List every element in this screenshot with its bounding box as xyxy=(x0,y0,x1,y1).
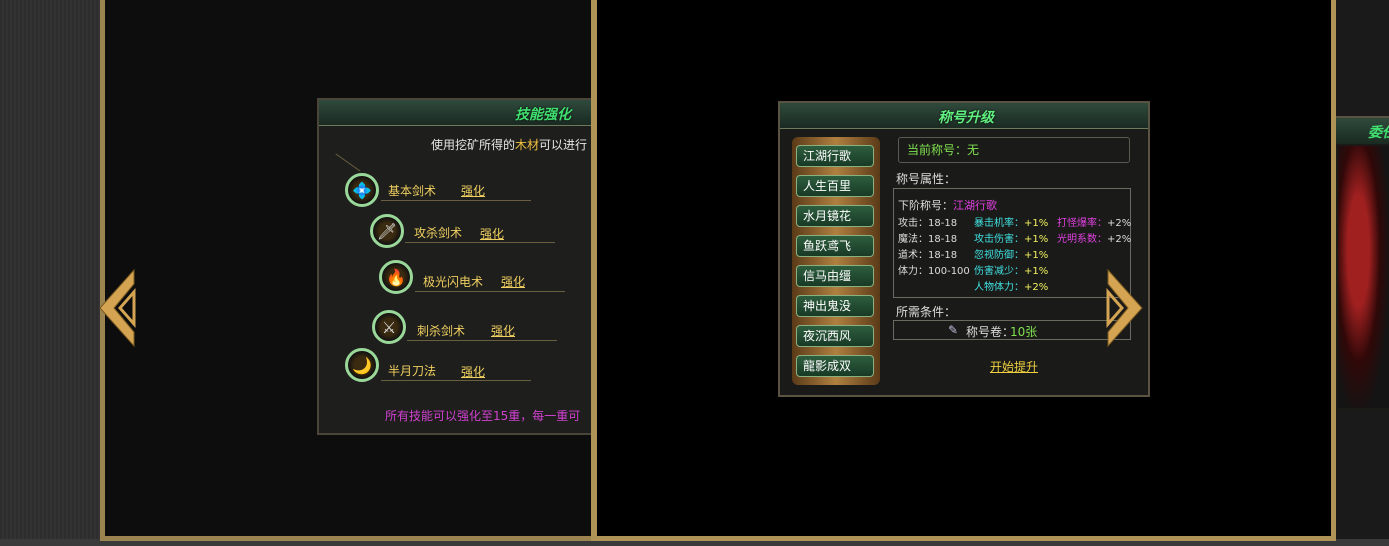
next-panel-preview: 委任 xyxy=(1336,116,1389,412)
start-upgrade-button[interactable]: 开始提升 xyxy=(990,358,1038,375)
skill-panel-footer: 所有技能可以强化至15重，每一重可 xyxy=(385,409,581,423)
peek-title: 委任 xyxy=(1368,125,1389,141)
skill-underline xyxy=(407,340,557,341)
enhance-button[interactable]: 强化 xyxy=(480,225,504,242)
skill-panel-description: 使用挖矿所得的木材可以进行 xyxy=(431,138,588,152)
bonus-drop-rate: 打怪爆率：+2% xyxy=(1057,218,1132,229)
title-panel-title: 称号升级 xyxy=(938,110,994,126)
skill-underline xyxy=(405,242,555,243)
skill-name: 基本剑术 xyxy=(388,184,437,198)
condition-item: 称号卷： xyxy=(966,325,1015,339)
enhance-button[interactable]: 强化 xyxy=(461,363,485,380)
scroll-icon: ✎ xyxy=(948,323,959,337)
skill-icon-basic-sword[interactable]: 💠 xyxy=(345,173,379,207)
stat-magic: 魔法：18-18 xyxy=(898,234,958,245)
title-button[interactable]: 鱼跃鸢飞 xyxy=(796,235,874,257)
title-upgrade-panel: 称号升级 江湖行歌 人生百里 水月镜花 鱼跃鸢飞 信马由缰 神出鬼没 夜沉西风 … xyxy=(778,101,1150,397)
next-title: 下阶称号：江湖行歌 xyxy=(898,199,997,212)
title-attr-label: 称号属性： xyxy=(896,172,957,186)
next-arrow-icon[interactable] xyxy=(1104,268,1146,348)
prev-arrow-icon[interactable] xyxy=(96,268,138,348)
skill-icon-attack-sword[interactable]: 🗡 xyxy=(370,214,404,248)
current-title: 当前称号：无 xyxy=(898,137,1130,163)
condition-box: ✎ 称号卷： 10张 xyxy=(893,320,1131,340)
bonus-ignore-defense: 忽视防御：+1% xyxy=(974,250,1049,261)
title-button[interactable]: 江湖行歌 xyxy=(796,145,874,167)
stat-taoism: 道术：18-18 xyxy=(898,250,958,261)
title-list: 江湖行歌 人生百里 水月镜花 鱼跃鸢飞 信马由缰 神出鬼没 夜沉西风 龍影成双 xyxy=(792,137,880,385)
skill-icon-assassin-sword[interactable]: ⚔ xyxy=(372,310,406,344)
stat-attack: 攻击：18-18 xyxy=(898,218,958,229)
skill-underline xyxy=(415,291,565,292)
condition-value: 10张 xyxy=(1010,325,1038,339)
skill-icon-half-moon[interactable]: 🌙 xyxy=(345,348,379,382)
peek-title-bar: 委任 xyxy=(1336,118,1389,144)
title-panel-title-bar: 称号升级 xyxy=(780,103,1148,129)
title-button[interactable]: 水月镜花 xyxy=(796,205,874,227)
title-button[interactable]: 夜沉西风 xyxy=(796,325,874,347)
title-button[interactable]: 龍影成双 xyxy=(796,355,874,377)
skill-name: 攻杀剑术 xyxy=(414,226,463,240)
title-attr-box: 下阶称号：江湖行歌 攻击：18-18 魔法：18-18 道术：18-18 体力：… xyxy=(893,188,1131,298)
bonus-crit: 暴击机率：+1% xyxy=(974,218,1049,229)
bonus-hp: 人物体力：+2% xyxy=(974,282,1049,293)
peek-character-image xyxy=(1338,146,1389,408)
skill-name: 刺杀剑术 xyxy=(417,324,466,338)
skill-icon-lightning[interactable]: 🔥 xyxy=(379,260,413,294)
enhance-button[interactable]: 强化 xyxy=(491,322,515,339)
condition-label: 所需条件： xyxy=(896,305,957,319)
enhance-button[interactable]: 强化 xyxy=(461,182,485,199)
title-button[interactable]: 人生百里 xyxy=(796,175,874,197)
background-left xyxy=(0,0,100,546)
skill-underline xyxy=(381,380,531,381)
skill-name: 半月刀法 xyxy=(388,364,437,378)
bonus-light: 光明系数：+2% xyxy=(1057,234,1132,245)
skill-panel-title-bar: 技能强化 xyxy=(319,100,591,126)
skill-underline xyxy=(381,200,531,201)
skill-panel-title: 技能强化 xyxy=(515,107,571,123)
title-button[interactable]: 信马由缰 xyxy=(796,265,874,287)
skill-name: 极光闪电术 xyxy=(423,275,484,289)
bonus-damage-reduce: 伤害减少：+1% xyxy=(974,266,1049,277)
skill-tree-line xyxy=(335,153,361,172)
enhance-button[interactable]: 强化 xyxy=(501,273,525,290)
title-button[interactable]: 神出鬼没 xyxy=(796,295,874,317)
stat-hp: 体力：100-100 xyxy=(898,266,970,277)
skill-enhance-panel: 技能强化 使用挖矿所得的木材可以进行 💠 基本剑术 强化 🗡 攻杀剑术 强化 🔥… xyxy=(317,98,593,435)
bonus-attack-damage: 攻击伤害：+1% xyxy=(974,234,1049,245)
